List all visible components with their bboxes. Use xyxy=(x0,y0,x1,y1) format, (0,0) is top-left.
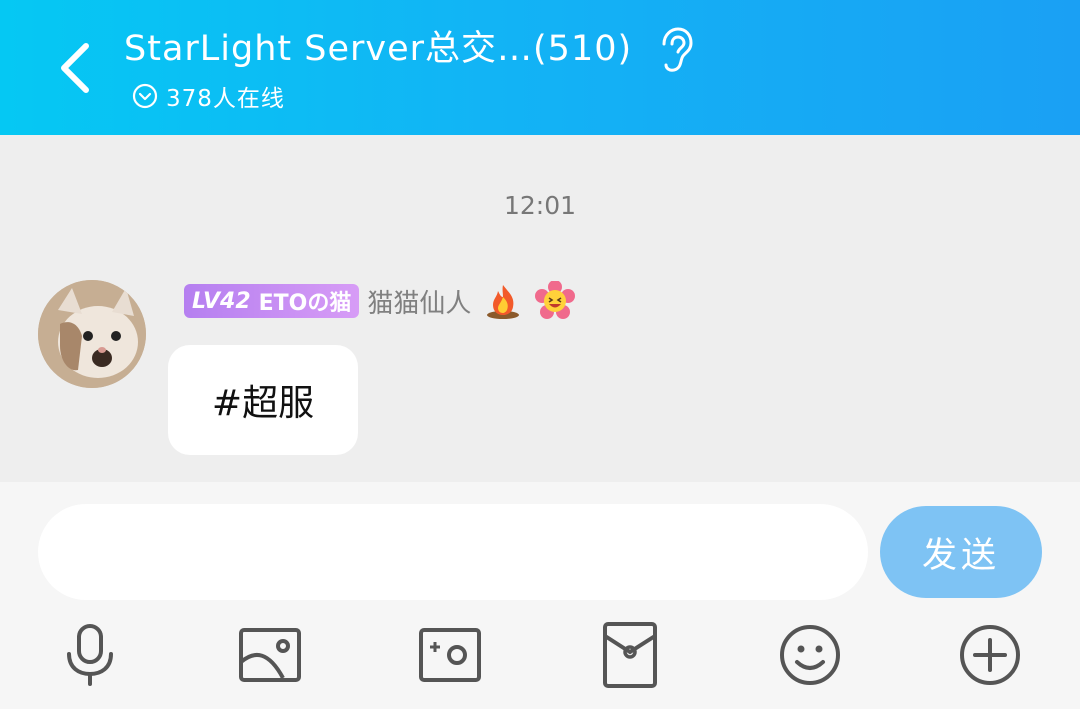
online-status[interactable]: 378人在线 xyxy=(132,80,285,112)
send-button[interactable]: 发送 xyxy=(880,506,1042,598)
composer-area: 发送 xyxy=(0,482,1080,709)
microphone-icon[interactable] xyxy=(57,622,123,688)
fire-icon xyxy=(487,285,520,319)
level-label: LV42 xyxy=(192,288,251,314)
sender-info[interactable]: LV42 ETOの猫 猫猫仙人 xyxy=(184,281,576,319)
flower-laughing-icon xyxy=(535,281,576,319)
level-badge: LV42 ETOの猫 xyxy=(184,284,360,318)
online-count: 378人在线 xyxy=(166,86,285,112)
ear-icon[interactable] xyxy=(656,26,694,74)
plus-icon[interactable] xyxy=(957,622,1023,688)
message-input[interactable] xyxy=(38,504,868,600)
emoji-icon[interactable] xyxy=(777,622,843,688)
message-timestamp: 12:01 xyxy=(503,191,577,220)
avatar[interactable] xyxy=(38,280,146,388)
chat-header: StarLight Server总交…(510) 378人在线 xyxy=(0,0,1080,135)
message-list[interactable]: 12:01 LV42 ETOの猫 猫猫仙人 #超服 xyxy=(0,135,1080,482)
title-badge-label: ETOの猫 xyxy=(258,291,352,316)
camera-icon[interactable] xyxy=(417,622,483,688)
back-arrow-icon[interactable] xyxy=(50,38,100,98)
image-icon[interactable] xyxy=(237,622,303,688)
chevron-down-circle-icon xyxy=(132,83,158,109)
sender-nickname: 猫猫仙人 xyxy=(367,288,472,319)
cat-avatar-image xyxy=(38,280,146,388)
red-packet-icon[interactable] xyxy=(597,622,663,688)
message-bubble[interactable]: #超服 xyxy=(168,345,358,455)
chat-title[interactable]: StarLight Server总交…(510) xyxy=(124,20,632,71)
